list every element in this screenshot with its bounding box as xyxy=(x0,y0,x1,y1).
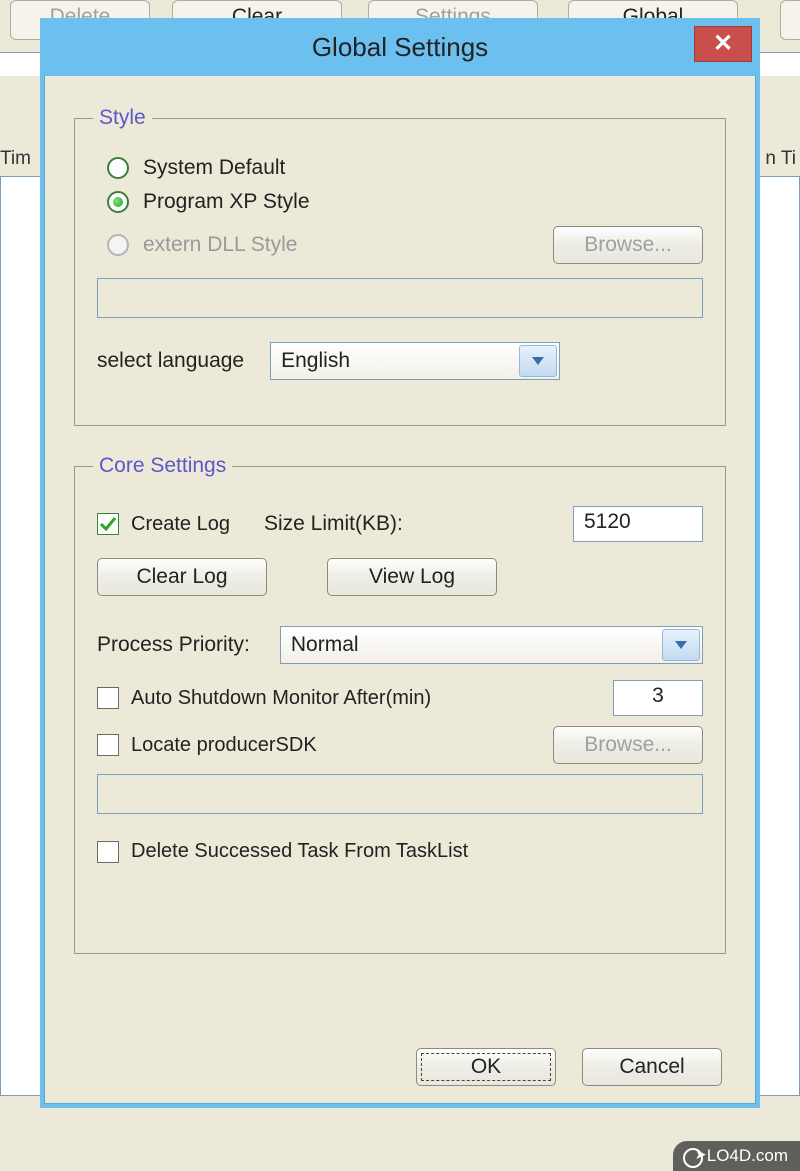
checkbox-label: Locate producerSDK xyxy=(131,734,317,757)
browse-sdk-button: Browse... xyxy=(553,726,703,764)
checkbox-label: Auto Shutdown Monitor After(min) xyxy=(131,687,431,710)
create-log-checkbox[interactable]: Create Log xyxy=(97,513,230,536)
radio-icon xyxy=(107,234,129,256)
radio-program-xp[interactable]: Program XP Style xyxy=(107,190,703,214)
language-select[interactable]: English xyxy=(270,342,560,380)
style-groupbox: Style System Default Program XP Style ex… xyxy=(74,106,726,426)
size-limit-input[interactable]: 5120 xyxy=(573,506,703,542)
locate-sdk-checkbox[interactable]: Locate producerSDK xyxy=(97,734,317,757)
cancel-button[interactable]: Cancel xyxy=(582,1048,722,1086)
radio-label: Program XP Style xyxy=(143,190,310,214)
bg-label-ti: n Ti xyxy=(765,148,796,170)
core-settings-groupbox: Core Settings Create Log Size Limit(KB):… xyxy=(74,454,726,954)
dialog-title: Global Settings xyxy=(312,32,488,62)
priority-select[interactable]: Normal xyxy=(280,626,703,664)
watermark: ➤ LO4D.com xyxy=(673,1141,800,1171)
view-log-button[interactable]: View Log xyxy=(327,558,497,596)
chevron-down-icon xyxy=(662,629,700,661)
watermark-arrow-icon: ➤ xyxy=(695,1146,707,1163)
priority-value: Normal xyxy=(291,633,359,657)
bg-label-tim: Tim xyxy=(0,148,31,170)
ok-button[interactable]: OK xyxy=(416,1048,556,1086)
checkbox-icon xyxy=(97,841,119,863)
sdk-path-input[interactable] xyxy=(97,774,703,814)
close-button[interactable]: ✕ xyxy=(694,26,752,62)
radio-icon xyxy=(107,191,129,213)
chevron-down-icon xyxy=(519,345,557,377)
watermark-text: LO4D.com xyxy=(707,1146,788,1165)
close-icon: ✕ xyxy=(713,30,733,57)
browse-dll-button: Browse... xyxy=(553,226,703,264)
bg-more-button[interactable] xyxy=(780,0,800,40)
radio-system-default[interactable]: System Default xyxy=(107,156,703,180)
checkbox-label: Delete Successed Task From TaskList xyxy=(131,840,468,863)
radio-extern-dll: extern DLL Style xyxy=(107,233,297,257)
style-legend: Style xyxy=(93,106,152,130)
checkbox-icon xyxy=(97,513,119,535)
dll-path-input[interactable] xyxy=(97,278,703,318)
radio-label: extern DLL Style xyxy=(143,233,297,257)
checkbox-label: Create Log xyxy=(131,513,230,536)
size-limit-label: Size Limit(KB): xyxy=(264,512,403,536)
auto-shutdown-checkbox[interactable]: Auto Shutdown Monitor After(min) xyxy=(97,687,431,710)
dialog-buttons: OK Cancel xyxy=(44,1048,756,1086)
checkbox-icon xyxy=(97,734,119,756)
core-legend: Core Settings xyxy=(93,454,232,478)
radio-icon xyxy=(107,157,129,179)
delete-task-checkbox[interactable]: Delete Successed Task From TaskList xyxy=(97,840,468,863)
language-value: English xyxy=(281,349,350,373)
dialog-titlebar: Global Settings ✕ xyxy=(44,22,756,76)
priority-label: Process Priority: xyxy=(97,633,250,657)
global-settings-dialog: Global Settings ✕ Style System Default P… xyxy=(40,18,760,1108)
radio-label: System Default xyxy=(143,156,285,180)
clear-log-button[interactable]: Clear Log xyxy=(97,558,267,596)
checkbox-icon xyxy=(97,687,119,709)
language-label: select language xyxy=(97,349,244,373)
auto-shutdown-input[interactable]: 3 xyxy=(613,680,703,716)
